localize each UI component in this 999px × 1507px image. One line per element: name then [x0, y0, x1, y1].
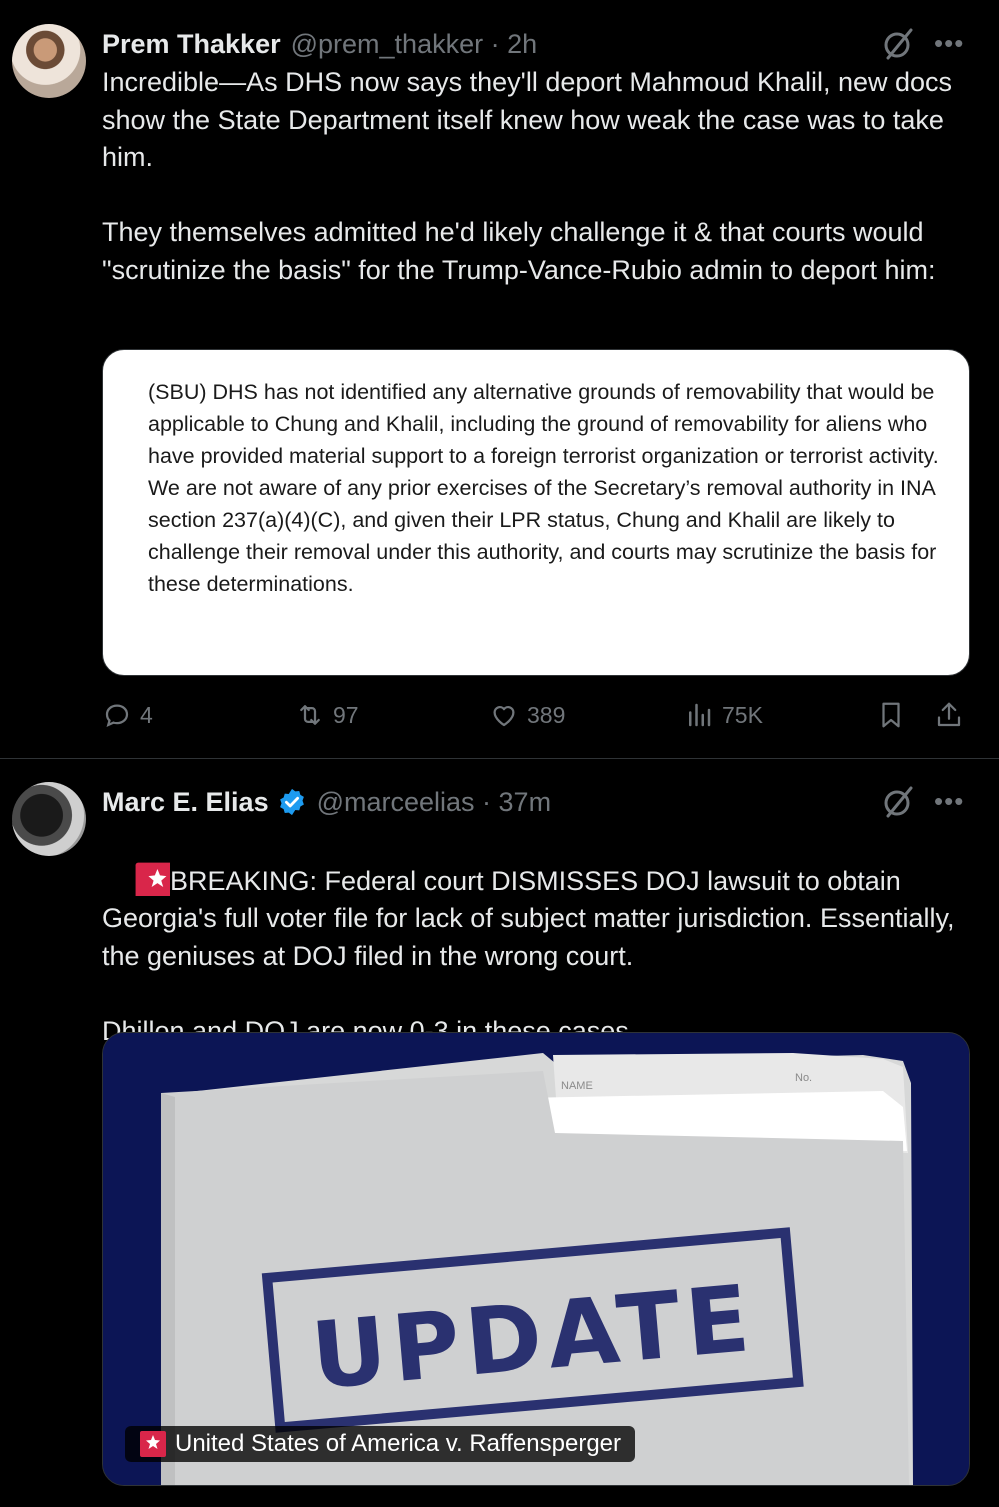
tweet-divider — [0, 758, 999, 759]
grok-icon[interactable] — [880, 784, 916, 820]
update-folder-illustration: UPDATE NAME No. — [103, 1033, 969, 1485]
views-button[interactable]: 75K — [684, 700, 763, 730]
like-button[interactable]: 389 — [489, 700, 565, 730]
document-image[interactable]: (SBU) DHS has not identified any alterna… — [102, 349, 970, 676]
more-options-icon[interactable]: ••• — [934, 786, 964, 817]
reply-button[interactable]: 4 — [102, 700, 153, 730]
like-count: 389 — [527, 701, 566, 728]
more-options-icon[interactable]: ••• — [934, 28, 964, 59]
siren-emoji-icon — [140, 1431, 166, 1457]
views-chart-icon — [689, 703, 711, 727]
siren-emoji-icon — [135, 862, 171, 896]
author-handle-time[interactable]: @prem_thakker · 2h — [291, 29, 538, 60]
reply-count: 4 — [140, 701, 153, 728]
heart-icon — [493, 706, 515, 727]
avatar[interactable] — [12, 24, 86, 98]
author-name[interactable]: Prem Thakker — [102, 29, 281, 60]
tweet-header: Prem Thakker @prem_thakker · 2h — [102, 24, 537, 64]
folder-name-label: NAME — [561, 1080, 593, 1092]
tweet-text: BREAKING: Federal court DISMISSES DOJ la… — [102, 865, 955, 1046]
media-caption-text: United States of America v. Raffensperge… — [175, 1430, 622, 1457]
author-handle-time[interactable]: @marceelias · 37m — [317, 787, 551, 818]
author-name[interactable]: Marc E. Elias — [102, 787, 269, 818]
folder-no-label: No. — [795, 1072, 812, 1084]
repost-button[interactable]: 97 — [295, 700, 359, 730]
media-caption: United States of America v. Raffensperge… — [125, 1426, 636, 1462]
verified-badge-icon — [279, 788, 304, 816]
view-count: 75K — [722, 701, 763, 728]
tweet-text: Incredible—As DHS now says they'll depor… — [102, 67, 953, 285]
document-excerpt: (SBU) DHS has not identified any alterna… — [148, 380, 939, 596]
bookmark-button[interactable] — [876, 700, 914, 730]
share-icon — [937, 702, 961, 727]
tweet-media-image[interactable]: UPDATE NAME No. United States of America… — [102, 1032, 970, 1486]
tweet-actions: 4 97 389 75K — [102, 700, 972, 740]
repost-count: 97 — [333, 701, 359, 728]
grok-icon[interactable] — [880, 26, 916, 62]
reply-icon — [105, 704, 129, 728]
share-button[interactable] — [934, 700, 972, 730]
repost-icon — [300, 705, 320, 725]
bookmark-icon — [882, 702, 900, 728]
tweet-header: Marc E. Elias @marceelias · 37m — [102, 782, 551, 822]
avatar[interactable] — [12, 782, 86, 856]
